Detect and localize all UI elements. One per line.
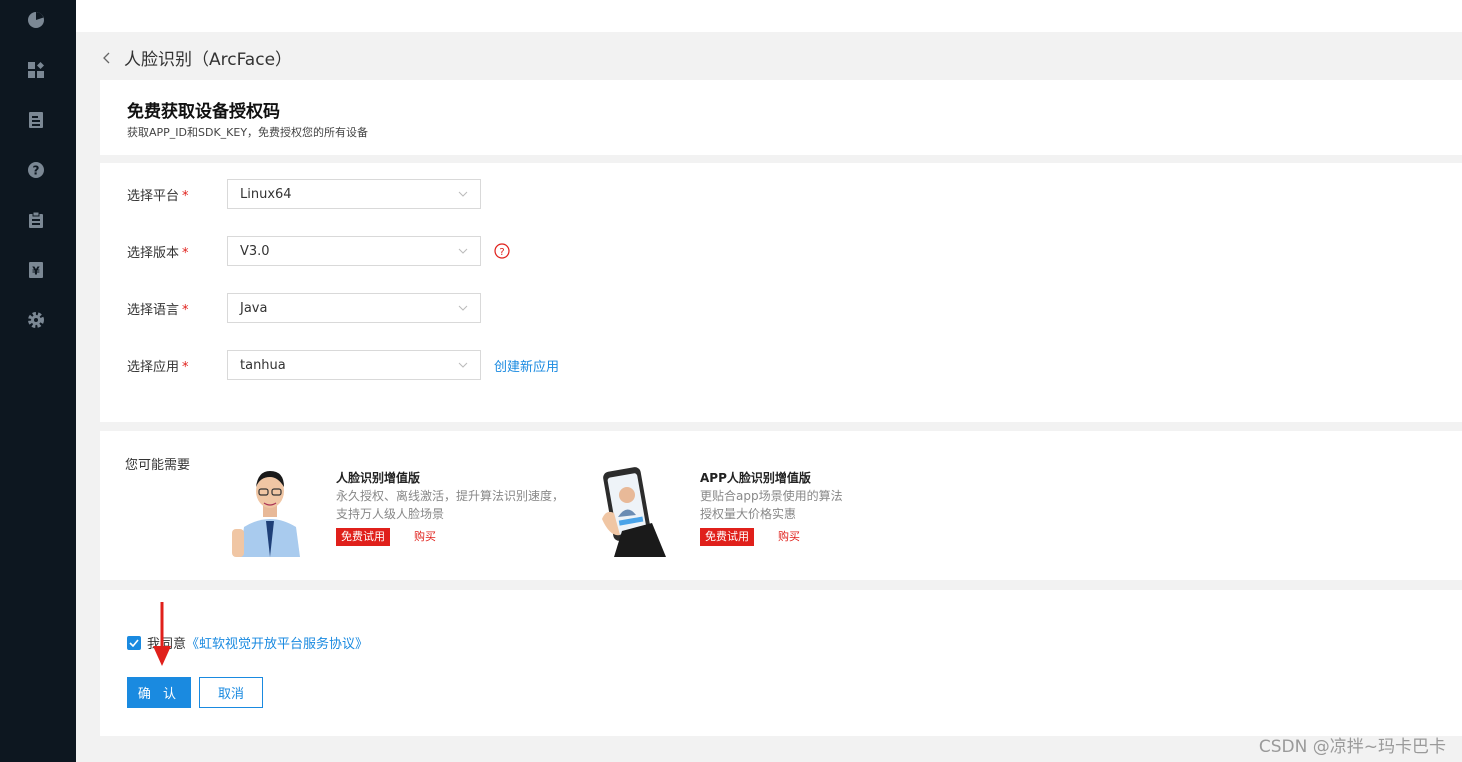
version-value: V3.0: [240, 243, 270, 259]
help-icon[interactable]: ?: [26, 160, 46, 180]
document-icon[interactable]: [26, 110, 46, 130]
language-select[interactable]: Java: [227, 293, 481, 323]
free-trial-button[interactable]: 免费试用: [700, 528, 754, 546]
phone-illustration: [602, 467, 666, 557]
person-illustration: [232, 471, 300, 557]
version-label: 选择版本 *: [127, 245, 189, 261]
platform-row: 选择平台 * Linux64: [127, 178, 481, 210]
watermark: CSDN @凉拌~玛卡巴卡: [1258, 737, 1446, 757]
version-row: 选择版本 * V3.0 ?: [127, 235, 510, 267]
product-description: 永久授权、离线激活，提升算法识别速度， 支持万人级人脸场景: [336, 489, 565, 521]
agree-checkbox[interactable]: [127, 635, 141, 650]
top-bar: [76, 0, 1462, 32]
form-card: 选择平台 * Linux64 选择版本 * V3.0 ? 选择语言 * Java 选择…: [100, 163, 1462, 422]
platform-value: Linux64: [240, 186, 292, 202]
back-icon[interactable]: [100, 50, 114, 64]
confirm-button[interactable]: 确 认: [127, 677, 191, 708]
yen-icon[interactable]: ¥: [26, 260, 46, 280]
chevron-down-icon: [458, 248, 468, 254]
pie-chart-icon[interactable]: [26, 10, 46, 30]
breadcrumb: 人脸识别（ArcFace）: [100, 44, 292, 70]
agreement-card: 我同意 《虹软视觉开放平台服务协议》 确 认 取消: [100, 590, 1462, 736]
language-label: 选择语言 *: [127, 302, 189, 318]
recommend-label: 您可能需要: [125, 458, 191, 473]
gear-icon[interactable]: [26, 310, 46, 330]
page-title: 人脸识别（ArcFace）: [124, 49, 293, 70]
app-row: 选择应用 * tanhua 创建新应用: [127, 349, 559, 381]
free-trial-button[interactable]: 免费试用: [336, 528, 390, 546]
product-description: 更贴合app场景使用的算法 授权量大价格实惠: [700, 489, 843, 521]
section-title: 免费获取设备授权码: [127, 102, 280, 122]
product-card: APP人脸识别增值版 更贴合app场景使用的算法 授权量大价格实惠 免费试用 购…: [594, 459, 894, 559]
platform-label: 选择平台 *: [127, 188, 189, 204]
buy-link[interactable]: 购买: [778, 528, 800, 546]
product-title: 人脸识别增值版: [336, 471, 421, 485]
recommend-card: 您可能需要 人脸识别增值版 永久授权、离线激活，提升算法识别速度， 支持万人级人…: [100, 431, 1462, 580]
app-select[interactable]: tanhua: [227, 350, 481, 380]
dashboard-icon[interactable]: [26, 60, 46, 80]
section-subtitle: 获取APP_ID和SDK_KEY，免费授权您的所有设备: [127, 126, 369, 139]
agreement-link[interactable]: 《虹软视觉开放平台服务协议》: [186, 633, 368, 652]
sidebar: ? ¥: [0, 0, 76, 762]
language-row: 选择语言 * Java: [127, 292, 481, 324]
product-card: 人脸识别增值版 永久授权、离线激活，提升算法识别速度， 支持万人级人脸场景 免费…: [230, 459, 564, 559]
red-arrow-annotation: [153, 602, 171, 666]
version-select[interactable]: V3.0: [227, 236, 481, 266]
svg-text:?: ?: [499, 247, 504, 258]
header-card: 免费获取设备授权码 获取APP_ID和SDK_KEY，免费授权您的所有设备: [100, 80, 1462, 155]
app-value: tanhua: [240, 357, 286, 373]
chevron-down-icon: [458, 362, 468, 368]
chevron-down-icon: [458, 191, 468, 197]
clipboard-icon[interactable]: [26, 210, 46, 230]
create-app-link[interactable]: 创建新应用: [494, 356, 559, 375]
language-value: Java: [240, 300, 268, 316]
buy-link[interactable]: 购买: [414, 528, 436, 546]
product-title: APP人脸识别增值版: [700, 471, 811, 485]
app-label: 选择应用 *: [127, 359, 189, 375]
chevron-down-icon: [458, 305, 468, 311]
check-icon: [129, 638, 139, 647]
platform-select[interactable]: Linux64: [227, 179, 481, 209]
svg-text:¥: ¥: [32, 265, 40, 278]
question-circle-icon[interactable]: ?: [494, 243, 510, 259]
svg-text:?: ?: [33, 164, 40, 178]
cancel-button[interactable]: 取消: [199, 677, 263, 708]
